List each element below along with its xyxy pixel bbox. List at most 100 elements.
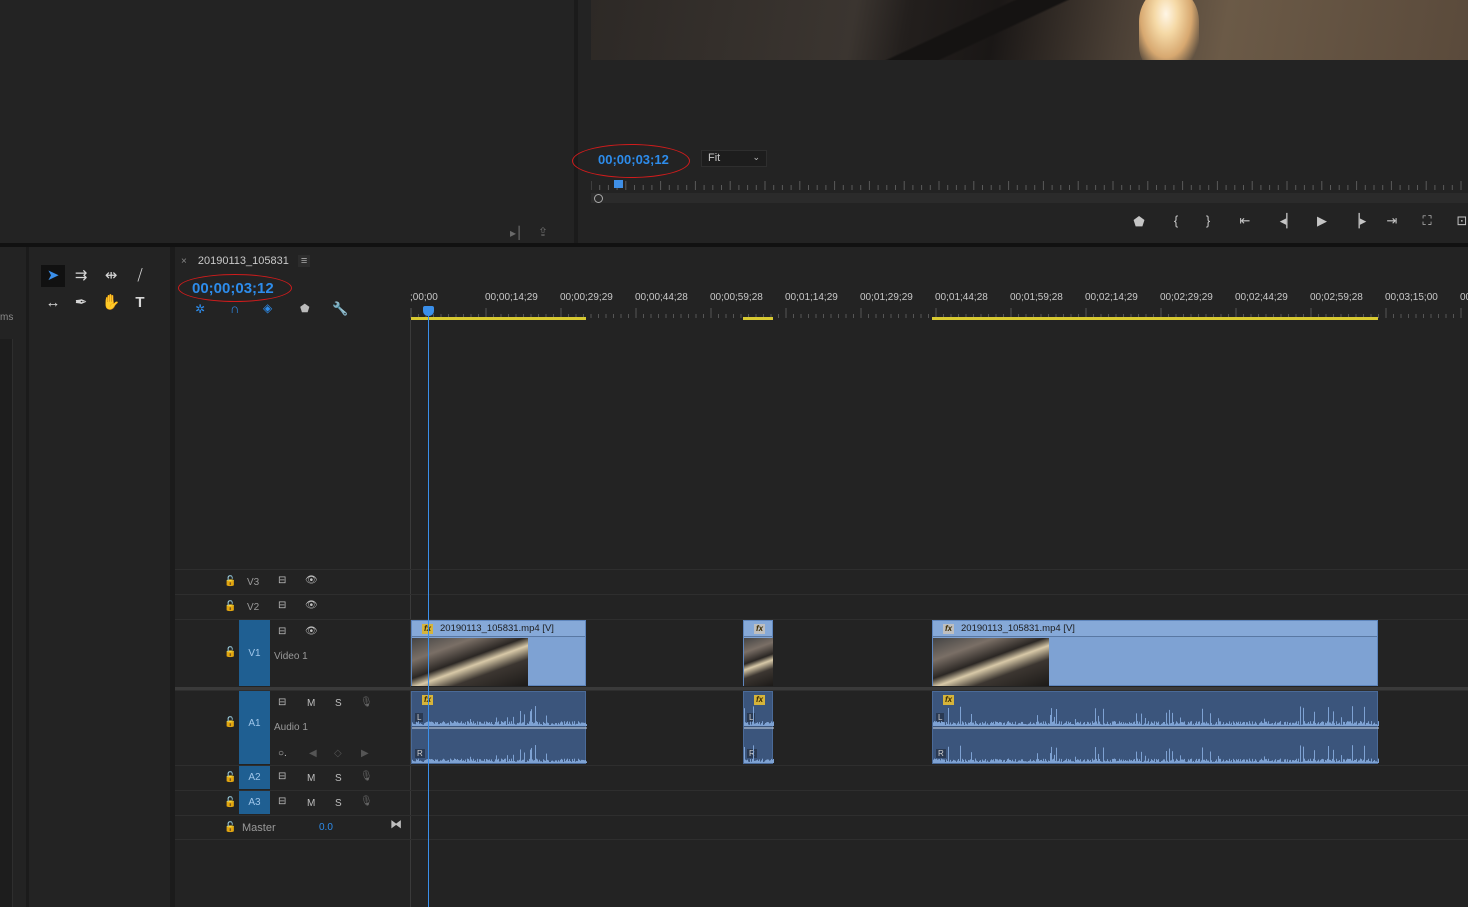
lock-icon[interactable]: 🔓: [224, 647, 236, 658]
keyframe-toggle-icon[interactable]: ○.: [278, 748, 287, 759]
sync-lock-icon[interactable]: ⊟: [278, 575, 286, 586]
sync-lock-icon[interactable]: ⊟: [278, 796, 286, 807]
eye-icon[interactable]: 👁: [305, 600, 318, 611]
scroll-handle-icon[interactable]: [594, 194, 603, 203]
linked-selection-icon[interactable]: ◈: [263, 301, 272, 315]
overwrite-icon[interactable]: ⊡: [1452, 213, 1468, 229]
ruler-label: 00;02;44;29: [1235, 292, 1288, 303]
pen-icon[interactable]: ✒: [69, 292, 93, 314]
ruler-label: 00;02;59;28: [1310, 292, 1363, 303]
ruler-label: 00;03;15;00: [1385, 292, 1438, 303]
eye-icon[interactable]: 👁: [305, 575, 318, 586]
sync-lock-icon[interactable]: ⊟: [278, 697, 286, 708]
lock-icon[interactable]: 🔓: [224, 576, 236, 587]
wrench-icon[interactable]: 🔧: [332, 301, 348, 317]
audio-waveform: [933, 706, 1379, 763]
lock-icon[interactable]: 🔓: [224, 797, 236, 808]
ruler-label: 00;00;29;29: [560, 292, 613, 303]
add-marker-icon[interactable]: ⬟: [1129, 214, 1149, 230]
play-icon[interactable]: ▶: [1312, 213, 1332, 229]
sync-lock-icon[interactable]: ⊟: [278, 771, 286, 782]
track-label-v2: V2: [247, 602, 260, 613]
snap-icon[interactable]: ∩: [230, 301, 239, 316]
insert-icon[interactable]: ⛶: [1417, 213, 1437, 229]
program-video-frame: [591, 0, 1468, 60]
solo-button[interactable]: S: [335, 798, 342, 809]
program-timecode[interactable]: 00;00;03;12: [598, 152, 669, 167]
type-tool-icon[interactable]: T: [128, 292, 152, 314]
slip-icon[interactable]: ↔: [41, 292, 65, 314]
track-target-a2[interactable]: A2: [239, 766, 270, 789]
timeline-playhead-handle[interactable]: [423, 306, 434, 316]
program-mini-ruler[interactable]: [591, 178, 1468, 192]
sync-lock-icon[interactable]: ⊟: [278, 600, 286, 611]
timeline-timecode[interactable]: 00;00;03;12: [192, 280, 274, 297]
go-to-out-icon[interactable]: ⇥: [1382, 213, 1402, 229]
audio-clip[interactable]: fx L R: [411, 691, 587, 764]
clip-title: 20190113_105831.mp4 [V]: [933, 621, 1377, 637]
menu-icon[interactable]: ≡: [297, 255, 311, 267]
ruler-label: 00;02;29;29: [1160, 292, 1213, 303]
program-zoom-scrollbar[interactable]: [591, 193, 1468, 203]
eye-icon[interactable]: 👁: [305, 626, 318, 637]
track-row-v2: [175, 594, 1468, 619]
clip-thumbnail: [933, 638, 1049, 686]
ruler-label: ;00;00: [410, 292, 438, 303]
sequence-tab[interactable]: × 20190113_105831 ≡: [181, 255, 311, 267]
mark-in-icon[interactable]: {: [1166, 213, 1186, 228]
razor-icon[interactable]: ⧸: [128, 265, 152, 287]
solo-button[interactable]: S: [335, 773, 342, 784]
track-select-forward-icon[interactable]: ⇉: [69, 265, 93, 287]
microphone-icon[interactable]: 🎙: [360, 796, 373, 807]
lock-icon[interactable]: 🔓: [224, 822, 236, 833]
mark-out-icon[interactable]: }: [1198, 213, 1218, 228]
insert-icon[interactable]: ▸⎮: [510, 226, 522, 240]
ruler-label: 00;01;29;29: [860, 292, 913, 303]
sync-lock-icon[interactable]: ⊟: [278, 626, 286, 637]
selection-tool-icon[interactable]: ➤: [41, 265, 65, 287]
mute-button[interactable]: M: [307, 798, 315, 809]
video-clip[interactable]: 20190113_105831.mp4 [V] fx: [411, 620, 586, 686]
track-target-a1[interactable]: A1: [239, 691, 270, 764]
prev-keyframe-icon[interactable]: ◀: [309, 748, 317, 759]
ruler-label: 00;02;14;29: [1085, 292, 1138, 303]
video-clip[interactable]: fx: [743, 620, 773, 686]
left-panel-edge: ms: [0, 247, 26, 907]
panel-scroll[interactable]: [0, 339, 13, 907]
close-icon[interactable]: ×: [181, 256, 187, 267]
chevron-down-icon: ⌄: [752, 152, 760, 162]
master-volume-value[interactable]: 0.0: [319, 822, 333, 833]
step-forward-icon[interactable]: ▕▸: [1348, 213, 1368, 229]
add-keyframe-icon[interactable]: ◇: [334, 748, 342, 759]
lock-icon[interactable]: 🔓: [224, 772, 236, 783]
mute-button[interactable]: M: [307, 773, 315, 784]
go-to-in-icon[interactable]: ⇤: [1235, 213, 1255, 229]
track-target-a3[interactable]: A3: [239, 791, 270, 814]
track-name-audio1: Audio 1: [274, 722, 308, 733]
ripple-edit-icon[interactable]: ⇹: [99, 265, 123, 287]
microphone-icon[interactable]: 🎙: [360, 697, 373, 708]
next-keyframe-icon[interactable]: ▶: [361, 748, 369, 759]
nest-icon[interactable]: ✲: [195, 302, 205, 316]
program-playhead[interactable]: [614, 180, 623, 188]
zoom-select[interactable]: Fit ⌄: [701, 150, 767, 167]
audio-clip[interactable]: fx L R: [743, 691, 774, 764]
lock-icon[interactable]: 🔓: [224, 601, 236, 612]
step-back-icon[interactable]: ◂▏: [1278, 213, 1298, 229]
timeline-playhead-line[interactable]: [428, 306, 429, 907]
audio-clip[interactable]: fx L R: [932, 691, 1379, 764]
mute-button[interactable]: M: [307, 698, 315, 709]
clip-title: 20190113_105831.mp4 [V]: [412, 621, 585, 637]
ruler-label: 00;01;14;29: [785, 292, 838, 303]
video-clip[interactable]: 20190113_105831.mp4 [V] fx: [932, 620, 1378, 686]
lock-icon[interactable]: 🔓: [224, 717, 236, 728]
master-meter-icon[interactable]: ⧓: [390, 817, 402, 831]
hand-icon[interactable]: ✋: [99, 292, 123, 314]
export-icon[interactable]: ⇪: [538, 225, 548, 239]
fx-badge: fx: [754, 624, 765, 634]
microphone-icon[interactable]: 🎙: [360, 771, 373, 782]
fx-badge: fx: [943, 624, 954, 634]
add-marker-icon[interactable]: ⬟: [300, 302, 310, 315]
track-target-v1[interactable]: V1: [239, 620, 270, 686]
solo-button[interactable]: S: [335, 698, 342, 709]
